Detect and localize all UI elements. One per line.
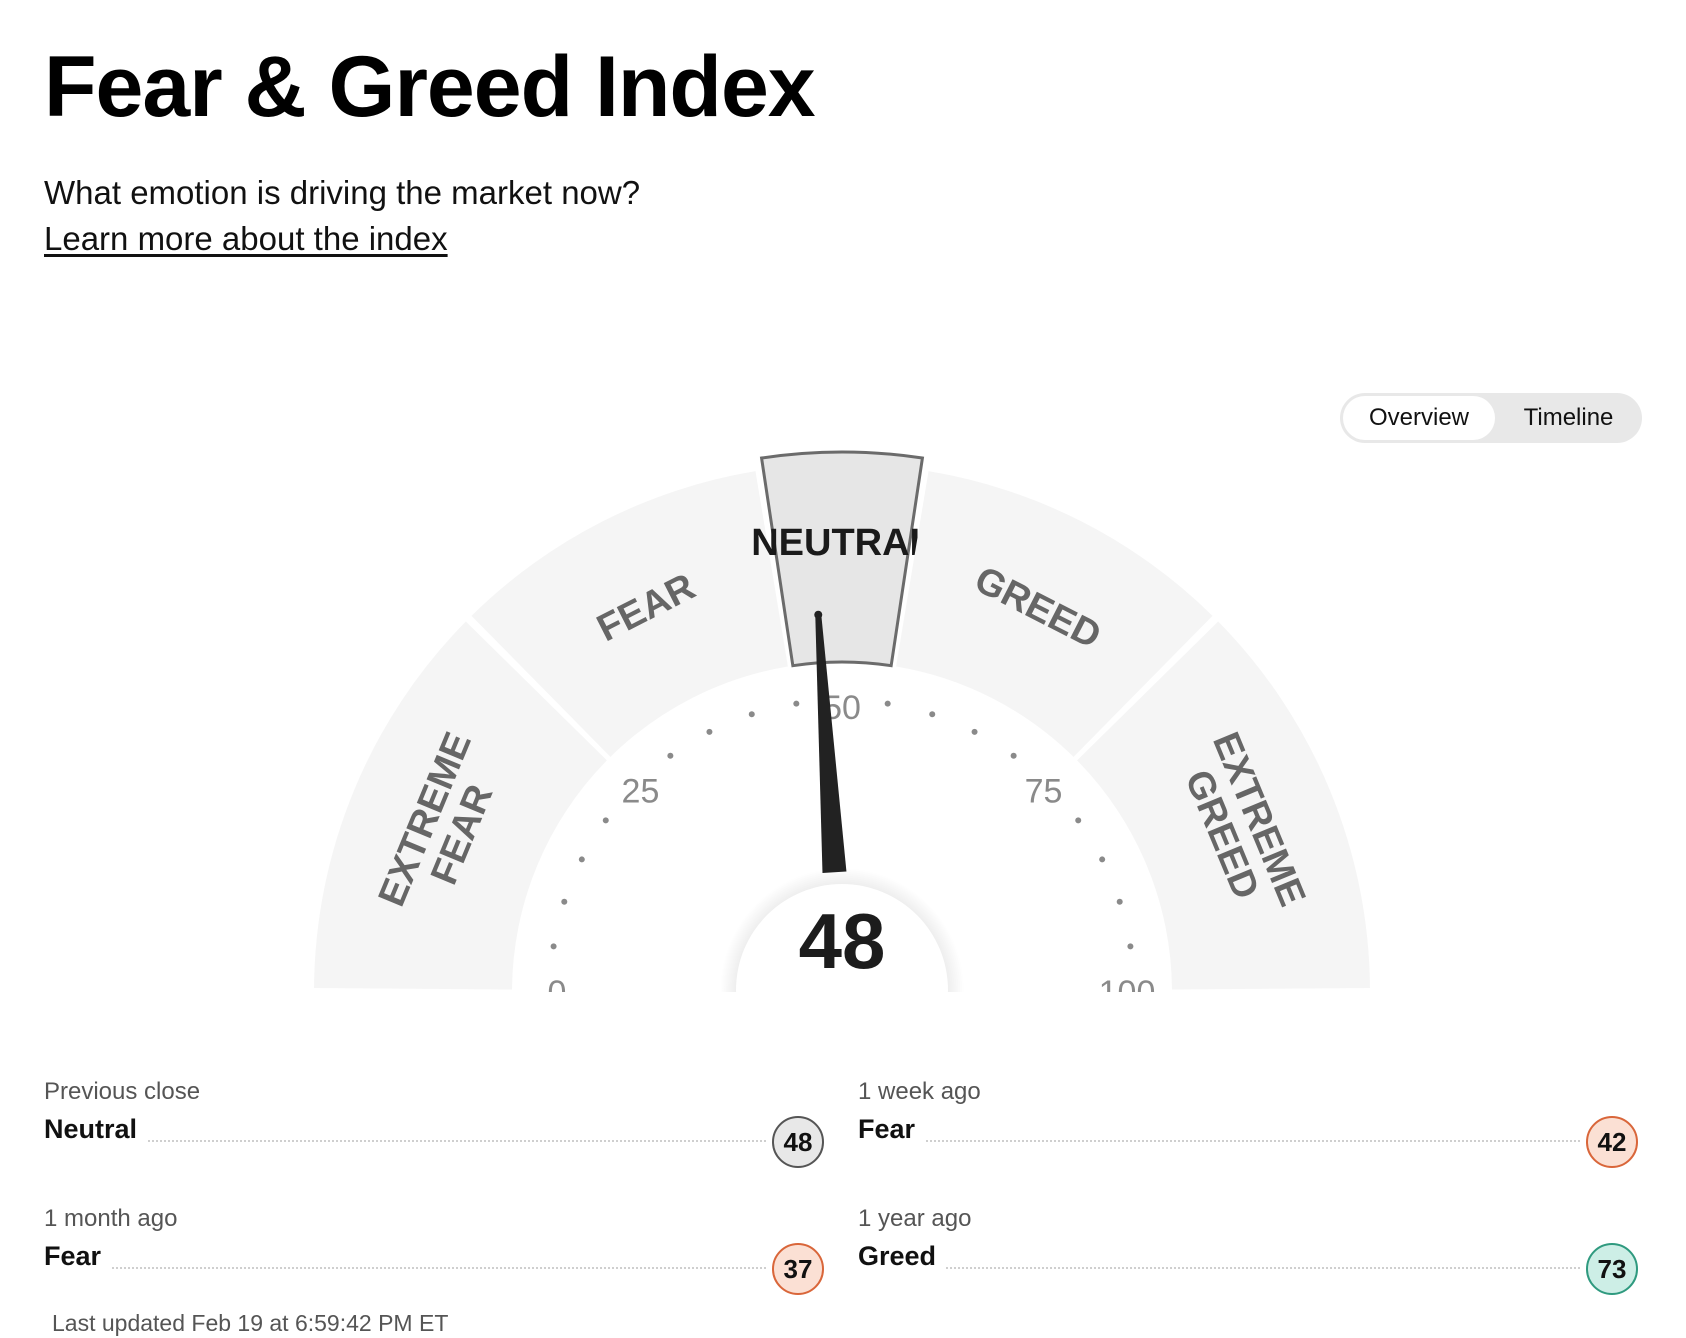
history-divider xyxy=(858,1267,1580,1269)
history-label: 1 year ago xyxy=(858,1205,972,1232)
gauge-tick-dot xyxy=(748,711,755,718)
gauge-segment-label: NEUTRAL xyxy=(751,522,933,564)
history-divider xyxy=(44,1140,766,1142)
history-rating: Neutral xyxy=(44,1114,148,1145)
fear-greed-gauge: EXTREMEFEARFEARNEUTRALGREEDEXTREMEGREED … xyxy=(300,450,1390,1060)
gauge-tick-label: 25 xyxy=(622,772,660,810)
history-value-badge: 48 xyxy=(772,1116,824,1168)
history-value-badge: 73 xyxy=(1586,1243,1638,1295)
history-rating: Fear xyxy=(44,1241,112,1272)
history-value-badge: 37 xyxy=(772,1243,824,1295)
history-1-week-ago: 1 week ago Fear 42 xyxy=(858,1078,1638,1188)
gauge-tick-dot xyxy=(602,817,609,824)
history-divider xyxy=(858,1140,1580,1142)
last-updated: Last updated Feb 19 at 6:59:42 PM ET xyxy=(52,1310,449,1336)
gauge-tick-dot xyxy=(929,711,936,718)
gauge-tick-dot xyxy=(667,752,674,759)
history-rating: Fear xyxy=(858,1114,926,1145)
gauge-tick-dot xyxy=(550,943,557,950)
gauge-tick-dot xyxy=(706,728,713,735)
history-previous-close: Previous close Neutral 48 xyxy=(44,1078,824,1188)
history-label: 1 week ago xyxy=(858,1078,981,1105)
gauge-baseline-mask xyxy=(300,992,1390,1060)
gauge-tick-dot xyxy=(1116,898,1123,905)
gauge-tick-dot xyxy=(971,728,978,735)
history-value-badge: 42 xyxy=(1586,1116,1638,1168)
history-1-month-ago: 1 month ago Fear 37 xyxy=(44,1205,824,1315)
history-divider xyxy=(44,1267,766,1269)
gauge-tick-label: 75 xyxy=(1025,772,1063,810)
gauge-tick-dot xyxy=(884,700,891,707)
history-label: Previous close xyxy=(44,1078,201,1105)
history-label: 1 month ago xyxy=(44,1205,178,1232)
gauge-tick-dot xyxy=(1010,752,1017,759)
gauge-tick-dot xyxy=(1127,943,1134,950)
history-rating: Greed xyxy=(858,1241,947,1272)
gauge-tick-dot xyxy=(1075,817,1082,824)
gauge-tick-dot xyxy=(578,856,585,863)
gauge-needle-tip xyxy=(814,610,823,619)
gauge-tick-dot xyxy=(561,898,568,905)
gauge-value: 48 xyxy=(799,897,886,985)
gauge-tick-dot xyxy=(1099,856,1106,863)
gauge-tick-dot xyxy=(793,700,800,707)
history-1-year-ago: 1 year ago Greed 73 xyxy=(858,1205,1638,1315)
